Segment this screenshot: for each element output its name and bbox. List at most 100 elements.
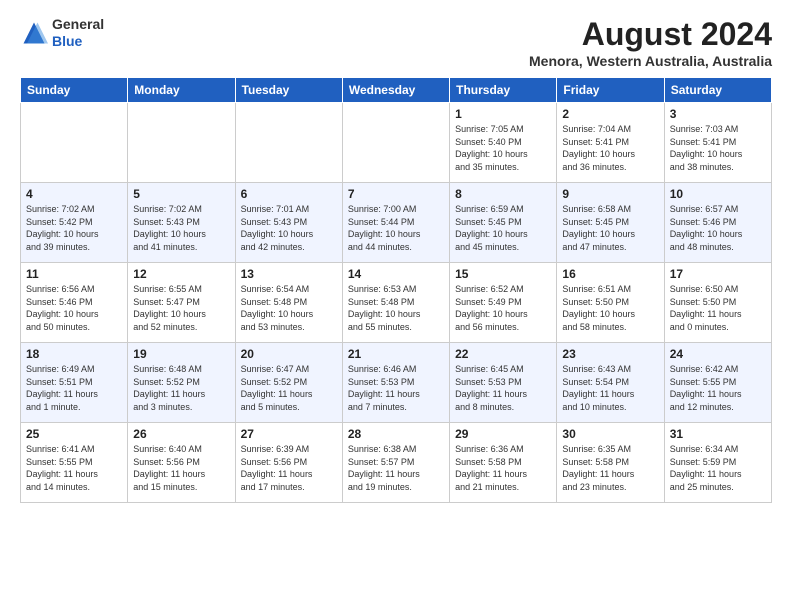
day-info: Sunrise: 6:52 AMSunset: 5:49 PMDaylight:… bbox=[455, 283, 551, 333]
header-day-sunday: Sunday bbox=[21, 78, 128, 103]
header-day-wednesday: Wednesday bbox=[342, 78, 449, 103]
day-number: 30 bbox=[562, 427, 658, 441]
header-day-monday: Monday bbox=[128, 78, 235, 103]
day-info: Sunrise: 6:56 AMSunset: 5:46 PMDaylight:… bbox=[26, 283, 122, 333]
header-day-thursday: Thursday bbox=[450, 78, 557, 103]
day-number: 26 bbox=[133, 427, 229, 441]
header-day-tuesday: Tuesday bbox=[235, 78, 342, 103]
week-row-5: 25 Sunrise: 6:41 AMSunset: 5:55 PMDayligh… bbox=[21, 423, 772, 503]
header-day-saturday: Saturday bbox=[664, 78, 771, 103]
day-info: Sunrise: 6:49 AMSunset: 5:51 PMDaylight:… bbox=[26, 363, 122, 413]
day-number: 25 bbox=[26, 427, 122, 441]
calendar-cell: 13Sunrise: 6:54 AMSunset: 5:48 PMDayligh… bbox=[235, 263, 342, 343]
page: General Blue August 2024 Menora, Western… bbox=[0, 0, 792, 519]
calendar-cell: 9 Sunrise: 6:58 AMSunset: 5:45 PMDaylight… bbox=[557, 183, 664, 263]
calendar-cell: 1 Sunrise: 7:05 AMSunset: 5:40 PMDaylight… bbox=[450, 103, 557, 183]
day-info: Sunrise: 7:01 AMSunset: 5:43 PMDaylight:… bbox=[241, 203, 337, 253]
day-number: 4 bbox=[26, 187, 122, 201]
calendar-cell: 7Sunrise: 7:00 AMSunset: 5:44 PMDaylight… bbox=[342, 183, 449, 263]
header: General Blue August 2024 Menora, Western… bbox=[20, 16, 772, 69]
logo: General Blue bbox=[20, 16, 104, 50]
day-number: 6 bbox=[241, 187, 337, 201]
day-number: 17 bbox=[670, 267, 766, 281]
day-info: Sunrise: 6:45 AMSunset: 5:53 PMDaylight:… bbox=[455, 363, 551, 413]
calendar-cell: 25 Sunrise: 6:41 AMSunset: 5:55 PMDayligh… bbox=[21, 423, 128, 503]
week-row-4: 18 Sunrise: 6:49 AMSunset: 5:51 PMDayligh… bbox=[21, 343, 772, 423]
header-row: SundayMondayTuesdayWednesdayThursdayFrid… bbox=[21, 78, 772, 103]
calendar-cell: 29 Sunrise: 6:36 AMSunset: 5:58 PMDayligh… bbox=[450, 423, 557, 503]
day-number: 10 bbox=[670, 187, 766, 201]
calendar-cell: 21Sunrise: 6:46 AMSunset: 5:53 PMDayligh… bbox=[342, 343, 449, 423]
calendar-title: August 2024 bbox=[529, 16, 772, 53]
day-info: Sunrise: 7:05 AMSunset: 5:40 PMDaylight:… bbox=[455, 123, 551, 173]
day-number: 28 bbox=[348, 427, 444, 441]
calendar-cell: 16 Sunrise: 6:51 AMSunset: 5:50 PMDayligh… bbox=[557, 263, 664, 343]
day-number: 19 bbox=[133, 347, 229, 361]
day-number: 5 bbox=[133, 187, 229, 201]
day-info: Sunrise: 6:40 AMSunset: 5:56 PMDaylight:… bbox=[133, 443, 229, 493]
day-info: Sunrise: 6:43 AMSunset: 5:54 PMDaylight:… bbox=[562, 363, 658, 413]
day-number: 7 bbox=[348, 187, 444, 201]
day-info: Sunrise: 6:46 AMSunset: 5:53 PMDaylight:… bbox=[348, 363, 444, 413]
day-info: Sunrise: 6:53 AMSunset: 5:48 PMDaylight:… bbox=[348, 283, 444, 333]
day-number: 16 bbox=[562, 267, 658, 281]
day-number: 14 bbox=[348, 267, 444, 281]
calendar-cell bbox=[342, 103, 449, 183]
calendar-cell: 20 Sunrise: 6:47 AMSunset: 5:52 PMDayligh… bbox=[235, 343, 342, 423]
day-number: 22 bbox=[455, 347, 551, 361]
calendar-cell: 2Sunrise: 7:04 AMSunset: 5:41 PMDaylight… bbox=[557, 103, 664, 183]
day-number: 18 bbox=[26, 347, 122, 361]
day-info: Sunrise: 6:36 AMSunset: 5:58 PMDaylight:… bbox=[455, 443, 551, 493]
day-info: Sunrise: 6:41 AMSunset: 5:55 PMDaylight:… bbox=[26, 443, 122, 493]
calendar-cell: 31 Sunrise: 6:34 AMSunset: 5:59 PMDayligh… bbox=[664, 423, 771, 503]
day-number: 15 bbox=[455, 267, 551, 281]
day-number: 24 bbox=[670, 347, 766, 361]
day-info: Sunrise: 7:03 AMSunset: 5:41 PMDaylight:… bbox=[670, 123, 766, 173]
day-number: 8 bbox=[455, 187, 551, 201]
calendar-cell bbox=[128, 103, 235, 183]
day-number: 9 bbox=[562, 187, 658, 201]
day-number: 11 bbox=[26, 267, 122, 281]
day-number: 31 bbox=[670, 427, 766, 441]
day-info: Sunrise: 6:51 AMSunset: 5:50 PMDaylight:… bbox=[562, 283, 658, 333]
calendar-cell: 5 Sunrise: 7:02 AMSunset: 5:43 PMDaylight… bbox=[128, 183, 235, 263]
calendar-cell: 14 Sunrise: 6:53 AMSunset: 5:48 PMDayligh… bbox=[342, 263, 449, 343]
day-info: Sunrise: 6:38 AMSunset: 5:57 PMDaylight:… bbox=[348, 443, 444, 493]
calendar-body: 1 Sunrise: 7:05 AMSunset: 5:40 PMDaylight… bbox=[21, 103, 772, 503]
day-info: Sunrise: 6:34 AMSunset: 5:59 PMDaylight:… bbox=[670, 443, 766, 493]
day-info: Sunrise: 7:02 AMSunset: 5:43 PMDaylight:… bbox=[133, 203, 229, 253]
calendar-cell: 4Sunrise: 7:02 AMSunset: 5:42 PMDaylight… bbox=[21, 183, 128, 263]
day-info: Sunrise: 6:47 AMSunset: 5:52 PMDaylight:… bbox=[241, 363, 337, 413]
week-row-3: 11 Sunrise: 6:56 AMSunset: 5:46 PMDayligh… bbox=[21, 263, 772, 343]
calendar-cell: 10Sunrise: 6:57 AMSunset: 5:46 PMDayligh… bbox=[664, 183, 771, 263]
week-row-1: 1 Sunrise: 7:05 AMSunset: 5:40 PMDaylight… bbox=[21, 103, 772, 183]
logo-blue: Blue bbox=[52, 33, 82, 49]
calendar-cell: 6 Sunrise: 7:01 AMSunset: 5:43 PMDaylight… bbox=[235, 183, 342, 263]
calendar-cell: 18 Sunrise: 6:49 AMSunset: 5:51 PMDayligh… bbox=[21, 343, 128, 423]
title-block: August 2024 Menora, Western Australia, A… bbox=[529, 16, 772, 69]
header-day-friday: Friday bbox=[557, 78, 664, 103]
day-info: Sunrise: 6:39 AMSunset: 5:56 PMDaylight:… bbox=[241, 443, 337, 493]
day-number: 29 bbox=[455, 427, 551, 441]
day-info: Sunrise: 6:35 AMSunset: 5:58 PMDaylight:… bbox=[562, 443, 658, 493]
logo-text: General Blue bbox=[52, 16, 104, 50]
day-info: Sunrise: 6:58 AMSunset: 5:45 PMDaylight:… bbox=[562, 203, 658, 253]
calendar-cell: 11 Sunrise: 6:56 AMSunset: 5:46 PMDayligh… bbox=[21, 263, 128, 343]
calendar-cell: 26 Sunrise: 6:40 AMSunset: 5:56 PMDayligh… bbox=[128, 423, 235, 503]
day-info: Sunrise: 6:55 AMSunset: 5:47 PMDaylight:… bbox=[133, 283, 229, 333]
logo-icon bbox=[20, 19, 48, 47]
day-number: 1 bbox=[455, 107, 551, 121]
day-info: Sunrise: 6:48 AMSunset: 5:52 PMDaylight:… bbox=[133, 363, 229, 413]
day-number: 3 bbox=[670, 107, 766, 121]
calendar-cell: 19 Sunrise: 6:48 AMSunset: 5:52 PMDayligh… bbox=[128, 343, 235, 423]
day-number: 20 bbox=[241, 347, 337, 361]
calendar-cell: 27Sunrise: 6:39 AMSunset: 5:56 PMDayligh… bbox=[235, 423, 342, 503]
day-number: 2 bbox=[562, 107, 658, 121]
day-info: Sunrise: 6:50 AMSunset: 5:50 PMDaylight:… bbox=[670, 283, 766, 333]
day-number: 13 bbox=[241, 267, 337, 281]
day-info: Sunrise: 6:59 AMSunset: 5:45 PMDaylight:… bbox=[455, 203, 551, 253]
calendar-cell: 8 Sunrise: 6:59 AMSunset: 5:45 PMDaylight… bbox=[450, 183, 557, 263]
calendar-cell bbox=[21, 103, 128, 183]
calendar-cell: 17 Sunrise: 6:50 AMSunset: 5:50 PMDayligh… bbox=[664, 263, 771, 343]
calendar-subtitle: Menora, Western Australia, Australia bbox=[529, 53, 772, 69]
